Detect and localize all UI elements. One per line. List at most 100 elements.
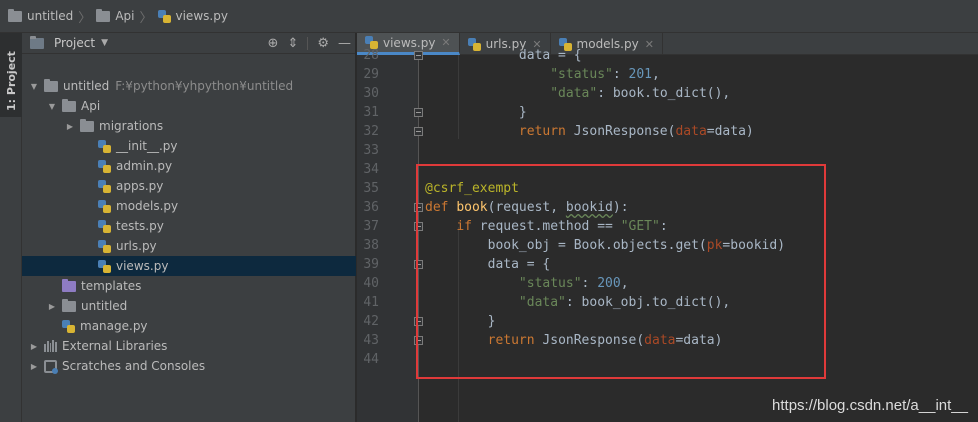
tree-item-label: Api bbox=[81, 99, 101, 113]
code-text: def book(request, bookid): bbox=[425, 198, 629, 217]
code-token: JsonResponse( bbox=[565, 124, 676, 139]
python-file-icon bbox=[98, 179, 111, 193]
breadcrumb-item-project[interactable]: untitled 〉 bbox=[8, 7, 96, 26]
tree-item-label: apps.py bbox=[116, 179, 164, 193]
tree-item[interactable]: ▶ Scratches and Consoles bbox=[22, 356, 356, 376]
project-panel-header: Project ▼ ⊕ ⇕ ⚙ — bbox=[22, 33, 355, 54]
code-token: , bbox=[620, 276, 629, 291]
tree-item[interactable]: ▶apps.py bbox=[22, 176, 356, 196]
tree-item[interactable]: ▶models.py bbox=[22, 196, 356, 216]
code-text: if request.method == "GET": bbox=[425, 217, 667, 236]
line-number: 30 bbox=[363, 86, 379, 101]
line-number: 37 bbox=[363, 219, 379, 234]
python-file-icon bbox=[157, 9, 171, 23]
code-token: : bbox=[612, 67, 629, 82]
fold-marker-icon[interactable] bbox=[414, 203, 423, 212]
breadcrumb-item-api[interactable]: Api 〉 bbox=[96, 7, 157, 26]
code-text: "data": book_obj.to_dict(), bbox=[425, 293, 730, 312]
line-number: 29 bbox=[363, 67, 379, 82]
code-token: ): bbox=[612, 200, 629, 215]
python-file-icon bbox=[98, 259, 111, 273]
folder-icon bbox=[62, 278, 76, 292]
hide-panel-icon[interactable]: — bbox=[338, 36, 351, 51]
fold-marker-icon[interactable] bbox=[414, 108, 423, 117]
code-text: data = { bbox=[425, 255, 551, 274]
tree-item[interactable]: ▶tests.py bbox=[22, 216, 356, 236]
code-token: } bbox=[425, 314, 496, 329]
breadcrumb: untitled 〉 Api 〉 views.py bbox=[0, 0, 978, 33]
tree-item-path: F:¥python¥yhpython¥untitled bbox=[115, 79, 294, 93]
fold-marker-icon[interactable] bbox=[414, 51, 423, 60]
expand-arrow-right-icon[interactable]: ▶ bbox=[46, 302, 58, 311]
tree-item-label: migrations bbox=[99, 119, 164, 133]
code-editor[interactable]: 28 data = {29 "status": 201, 30 "data": b… bbox=[357, 48, 978, 422]
tree-item-label: tests.py bbox=[116, 219, 164, 233]
tree-item-label: untitled bbox=[63, 79, 110, 93]
project-view-selector[interactable]: Project bbox=[54, 36, 95, 50]
breadcrumb-item-file[interactable]: views.py bbox=[157, 9, 228, 23]
code-text: } bbox=[425, 103, 527, 122]
library-icon bbox=[44, 340, 57, 352]
scratches-icon bbox=[44, 359, 58, 374]
expand-arrow-down-icon[interactable]: ▼ bbox=[46, 102, 58, 111]
code-token: "data" bbox=[518, 295, 566, 310]
expand-arrow-right-icon[interactable]: ▶ bbox=[28, 342, 40, 351]
line-number: 44 bbox=[363, 352, 379, 367]
tree-item[interactable]: ▶urls.py bbox=[22, 236, 356, 256]
code-line: 30 "data": book.to_dict(), bbox=[357, 84, 978, 103]
code-token: def bbox=[425, 200, 457, 215]
code-line: 29 "status": 201, bbox=[357, 65, 978, 84]
tree-item-label: urls.py bbox=[116, 239, 157, 253]
tree-item[interactable]: ▼ Api bbox=[22, 96, 356, 116]
code-line: 38 book_obj = Book.objects.get(pk=bookid… bbox=[357, 236, 978, 255]
code-token: @csrf_exempt bbox=[425, 181, 519, 196]
tree-item[interactable]: ▼ untitled F:¥python¥yhpython¥untitled bbox=[22, 76, 356, 96]
tree-item[interactable]: ▶__init__.py bbox=[22, 136, 356, 156]
project-tool-tab[interactable]: 1: Project bbox=[0, 33, 22, 117]
code-line: 44 bbox=[357, 350, 978, 369]
tree-item-label: manage.py bbox=[80, 319, 148, 333]
fold-marker-icon[interactable] bbox=[414, 317, 423, 326]
code-token: "status" bbox=[550, 67, 613, 82]
python-file-icon bbox=[98, 159, 111, 173]
code-text: return JsonResponse(data=data) bbox=[425, 331, 723, 350]
collapse-all-icon[interactable]: ⇕ bbox=[287, 36, 298, 51]
tree-item[interactable]: ▶manage.py bbox=[22, 316, 356, 336]
line-number: 36 bbox=[363, 200, 379, 215]
folder-icon bbox=[62, 298, 76, 312]
locate-file-icon[interactable]: ⊕ bbox=[268, 36, 279, 51]
code-token: } bbox=[425, 105, 527, 120]
project-tool-tab-label: 1: Project bbox=[5, 51, 18, 111]
chevron-down-icon[interactable]: ▼ bbox=[101, 38, 108, 48]
fold-marker-icon[interactable] bbox=[414, 260, 423, 269]
toolbar-divider bbox=[307, 37, 309, 50]
code-text: book_obj = Book.objects.get(pk=bookid) bbox=[425, 236, 785, 255]
code-token: request.method == bbox=[471, 219, 621, 234]
project-panel-toolbar: ⊕ ⇕ ⚙ — bbox=[268, 33, 351, 54]
fold-marker-icon[interactable] bbox=[414, 127, 423, 136]
tree-item-label: untitled bbox=[81, 299, 128, 313]
tree-item[interactable]: ▶ untitled bbox=[22, 296, 356, 316]
tree-item[interactable]: ▶admin.py bbox=[22, 156, 356, 176]
expand-arrow-right-icon[interactable]: ▶ bbox=[28, 362, 40, 371]
code-token: book bbox=[456, 200, 488, 215]
code-token: "status" bbox=[518, 276, 582, 291]
tree-item-label: External Libraries bbox=[62, 339, 168, 353]
expand-arrow-right-icon[interactable]: ▶ bbox=[64, 122, 76, 131]
tree-item[interactable]: ▶ External Libraries bbox=[22, 336, 356, 356]
tree-item-label: models.py bbox=[116, 199, 179, 213]
gear-icon[interactable]: ⚙ bbox=[317, 36, 329, 51]
fold-marker-icon[interactable] bbox=[414, 336, 423, 345]
code-line: 36 def book(request, bookid): bbox=[357, 198, 978, 217]
fold-marker-icon[interactable] bbox=[414, 222, 423, 231]
code-token: return bbox=[487, 333, 535, 348]
tree-item[interactable]: ▶templates bbox=[22, 276, 356, 296]
tree-item[interactable]: ▶ migrations bbox=[22, 116, 356, 136]
tree-item-label: Scratches and Consoles bbox=[62, 359, 206, 373]
expand-arrow-down-icon[interactable]: ▼ bbox=[28, 82, 40, 91]
tree-item[interactable]: ▶views.py bbox=[22, 256, 356, 276]
project-panel: Project ▼ ⊕ ⇕ ⚙ — ▼ untitled F:¥python¥yhp… bbox=[22, 33, 356, 422]
